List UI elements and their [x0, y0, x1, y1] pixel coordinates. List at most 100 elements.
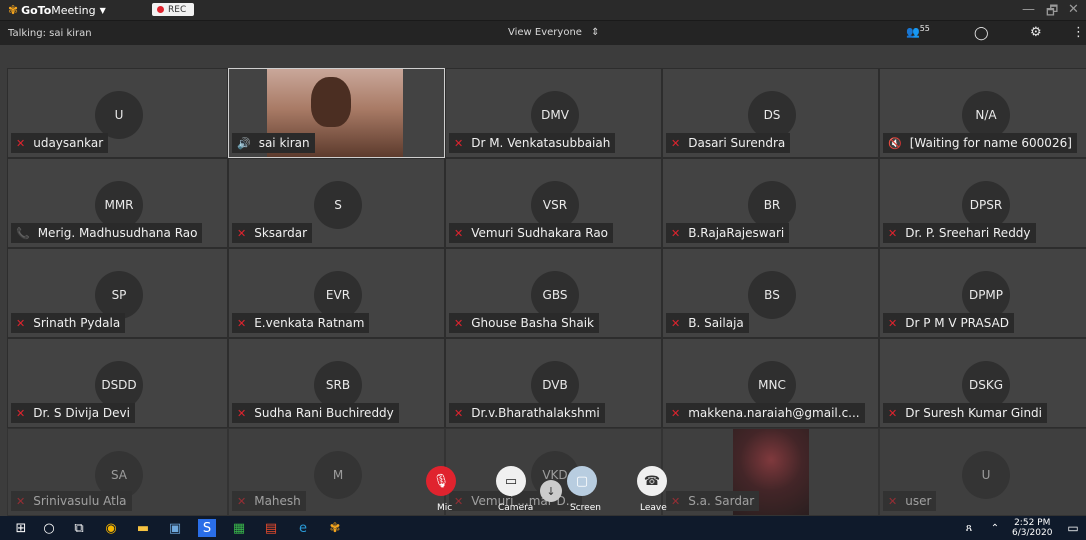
participant-initials: EVR	[314, 271, 362, 319]
participant-tile[interactable]: DPMP ✕ Dr P M V PRASAD	[879, 248, 1086, 338]
camera-off-icon: ▭	[504, 473, 518, 489]
participant-tile[interactable]: BR ✕ B.RajaRajeswari	[662, 158, 879, 248]
participant-name: Dr P M V PRASAD	[905, 316, 1010, 330]
participant-name: Dr M. Venkatasubbaiah	[471, 136, 611, 150]
title-bar: ✾ GoTo Meeting ▼ REC — 🗗 ✕	[0, 0, 1086, 21]
participant-name-plate: 🔇 [Waiting for name 600026]	[883, 133, 1077, 153]
chevron-updown-icon: ⇕	[591, 27, 600, 38]
participant-tile[interactable]: EVR ✕ E.venkata Ratnam	[228, 248, 445, 338]
windows-taskbar: ⊞ ○ ⧉ ◉ ▬ ▣ S ▦ ▤ e ✾ ጸ ⌃ ▭	[0, 516, 1086, 540]
mic-muted-icon: ✕	[16, 406, 26, 420]
app-icon-1[interactable]: ▣	[166, 519, 184, 537]
participant-name: Mahesh	[254, 494, 301, 508]
download-button[interactable]: ↓	[540, 480, 562, 502]
participant-avatar-video	[311, 77, 351, 127]
participant-tile[interactable]: SP ✕ Srinath Pydala	[7, 248, 228, 338]
app-icon-3[interactable]: ▤	[262, 519, 280, 537]
app-menu-button[interactable]: ✾ GoTo Meeting ▼	[8, 3, 106, 17]
taskbar-clock[interactable]: 2:52 PM 6/3/2020	[1012, 518, 1052, 538]
participant-tile[interactable]: SRB ✕ Sudha Rani Buchireddy	[228, 338, 445, 428]
participant-tile[interactable]: DPSR ✕ Dr. P. Sreehari Reddy	[879, 158, 1086, 248]
participant-tile[interactable]: 🔊 sai kiran	[228, 68, 445, 158]
mic-muted-icon: ✕	[888, 316, 898, 330]
chat-icon[interactable]: ◯	[974, 26, 989, 41]
participant-tile[interactable]: VSR ✕ Vemuri Sudhakara Rao	[445, 158, 662, 248]
more-options-icon[interactable]: ⋮	[1072, 25, 1085, 40]
gotomeeting-taskbar-icon[interactable]: ✾	[326, 519, 344, 537]
participant-initials: DSKG	[962, 361, 1010, 409]
camera-label: Camera	[498, 503, 534, 513]
mic-muted-icon: ✕	[16, 494, 26, 508]
task-view-icon[interactable]: ⧉	[70, 519, 88, 537]
participant-name-plate: ✕ E.venkata Ratnam	[232, 313, 370, 333]
participant-name: Dr. P. Sreehari Reddy	[905, 226, 1031, 240]
participant-name-plate: ✕ Ghouse Basha Shaik	[449, 313, 599, 333]
participant-name-plate: ✕ Vemuri Sudhakara Rao	[449, 223, 614, 243]
mic-label: Mic	[437, 503, 453, 513]
skype-icon[interactable]: S	[198, 519, 216, 537]
participant-tile[interactable]: N/A 🔇 [Waiting for name 600026]	[879, 68, 1086, 158]
participant-name: Dr. S Divija Devi	[33, 406, 130, 420]
edge-icon[interactable]: e	[294, 519, 312, 537]
search-icon[interactable]: ○	[40, 519, 58, 537]
view-selector[interactable]: View Everyone ⇕	[508, 27, 600, 38]
participant-tile[interactable]: SA ✕ Srinivasulu Atla	[7, 428, 228, 516]
participant-tile[interactable]: VKD ✕ Vemuri ...mar D...	[445, 428, 662, 516]
leave-button[interactable]: ☎	[637, 466, 667, 496]
participant-initials: MMR	[95, 181, 143, 229]
participant-tile[interactable]: BS ✕ B. Sailaja	[662, 248, 879, 338]
participant-tile[interactable]: S ✕ Sksardar	[228, 158, 445, 248]
participant-initials: DPMP	[962, 271, 1010, 319]
participants-button[interactable]: 👥55	[906, 24, 930, 39]
notifications-icon[interactable]: ▭	[1064, 519, 1082, 537]
participant-tile[interactable]: DSDD ✕ Dr. S Divija Devi	[7, 338, 228, 428]
mic-muted-icon: ✕	[888, 406, 898, 420]
app-name-meeting: Meeting	[51, 3, 96, 17]
speaker-on-icon: 🔊	[237, 136, 251, 150]
camera-button[interactable]: ▭	[496, 466, 526, 496]
participant-name-plate: ✕ Srinivasulu Atla	[11, 491, 132, 511]
people-tray-icon[interactable]: ጸ	[960, 519, 978, 537]
chevron-up-icon[interactable]: ⌃	[986, 519, 1004, 537]
participant-tile[interactable]: ✕ S.a. Sardar	[662, 428, 879, 516]
participant-name: user	[905, 494, 932, 508]
app-icon-2[interactable]: ▦	[230, 519, 248, 537]
mic-button[interactable]: 🎙	[426, 466, 456, 496]
participant-tile[interactable]: GBS ✕ Ghouse Basha Shaik	[445, 248, 662, 338]
participant-tile[interactable]: MNC ✕ makkena.naraiah@gmail.c...	[662, 338, 879, 428]
mic-muted-icon: ✕	[454, 316, 464, 330]
participant-name-plate: ✕ Dr. P. Sreehari Reddy	[883, 223, 1036, 243]
participant-name: B.RajaRajeswari	[688, 226, 785, 240]
participant-initials: DVB	[531, 361, 579, 409]
participant-initials: U	[962, 451, 1010, 499]
participant-name-plate: ✕ B.RajaRajeswari	[666, 223, 790, 243]
close-button[interactable]: ✕	[1068, 2, 1079, 17]
participant-tile[interactable]: MMR 📞 Merig. Madhusudhana Rao	[7, 158, 228, 248]
participant-name: Vemuri Sudhakara Rao	[471, 226, 609, 240]
mic-muted-icon: ✕	[237, 406, 247, 420]
chevron-down-icon: ▼	[99, 5, 106, 15]
windows-start-icon[interactable]: ⊞	[12, 519, 30, 537]
participant-tile[interactable]: DS ✕ Dasari Surendra	[662, 68, 879, 158]
participant-name: Sksardar	[254, 226, 308, 240]
record-dot-icon	[157, 6, 164, 13]
participant-tile[interactable]: M ✕ Mahesh	[228, 428, 445, 516]
participant-tile[interactable]: DVB ✕ Dr.v.Bharathalakshmi	[445, 338, 662, 428]
participant-tile[interactable]: DSKG ✕ Dr Suresh Kumar Gindi	[879, 338, 1086, 428]
phone-icon: 📞	[16, 226, 30, 240]
participant-tile[interactable]: DMV ✕ Dr M. Venkatasubbaiah	[445, 68, 662, 158]
screen-share-button[interactable]: ▢	[567, 466, 597, 496]
chrome-icon[interactable]: ◉	[102, 519, 120, 537]
participant-tile[interactable]: U ✕ udaysankar	[7, 68, 228, 158]
participant-initials: SP	[95, 271, 143, 319]
minimize-button[interactable]: —	[1022, 2, 1035, 17]
settings-gear-icon[interactable]: ⚙	[1030, 25, 1042, 40]
file-explorer-icon[interactable]: ▬	[134, 519, 152, 537]
participant-tile[interactable]: U ✕ user	[879, 428, 1086, 516]
participant-name-plate: ✕ Dr P M V PRASAD	[883, 313, 1015, 333]
speaker-off-icon: 🔇	[888, 136, 902, 150]
gotomeeting-window: ✾ GoTo Meeting ▼ REC — 🗗 ✕ Talking: sai …	[0, 0, 1086, 540]
recording-badge[interactable]: REC	[152, 3, 194, 16]
participant-initials: S	[314, 181, 362, 229]
rec-label: REC	[168, 4, 187, 15]
